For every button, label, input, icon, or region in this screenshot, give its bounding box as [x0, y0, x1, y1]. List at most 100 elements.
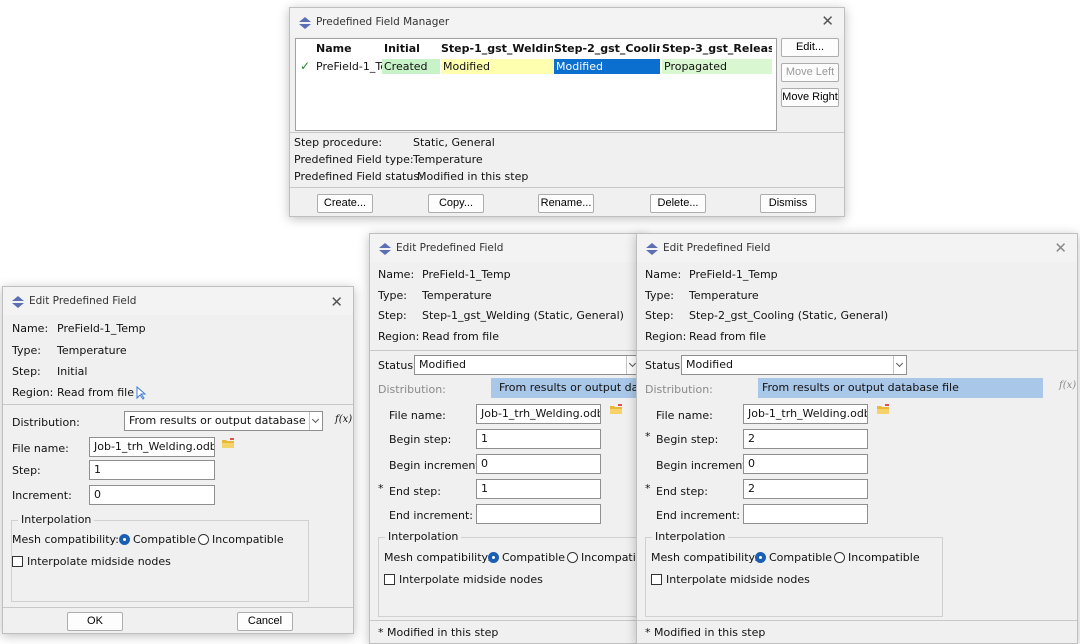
name-label: Name: — [12, 322, 49, 335]
region-label: Region: — [378, 330, 420, 343]
field-status-label: Predefined Field status: — [294, 170, 423, 183]
begin-increment-field[interactable]: 0 — [743, 454, 868, 474]
radio-selected-icon[interactable] — [488, 552, 499, 563]
begin-step-field[interactable]: 1 — [476, 429, 601, 449]
move-right-button[interactable]: Move Right — [781, 88, 839, 107]
interpolate-midside-checkbox[interactable]: Interpolate midside nodes — [384, 573, 543, 586]
step-procedure-label: Step procedure: — [294, 136, 383, 149]
step-field-label: Step: — [12, 464, 41, 477]
file-name-field[interactable]: Job-1_trh_Welding.odb — [743, 404, 868, 424]
region-label: Region: — [645, 330, 687, 343]
dialog-title: Edit Predefined Field — [396, 242, 504, 254]
interpolate-midside-checkbox[interactable]: Interpolate midside nodes — [651, 573, 810, 586]
file-name-field[interactable]: Job-1_trh_Welding.odb — [89, 437, 215, 457]
abaqus-logo-icon — [646, 243, 658, 255]
status-select[interactable]: Modified — [414, 355, 640, 375]
end-increment-label: End increment: — [656, 509, 740, 522]
active-checkmark-icon[interactable]: ✓ — [300, 59, 310, 73]
interpolate-midside-label: Interpolate midside nodes — [27, 555, 171, 568]
title-bar[interactable]: Edit Predefined Field — [370, 234, 644, 262]
separator — [370, 350, 644, 351]
column-header-step1[interactable]: Step-1_gst_Welding — [441, 41, 553, 57]
row-initial-cell[interactable]: Created — [382, 59, 440, 74]
title-bar[interactable]: Edit Predefined Field ✕ — [637, 234, 1077, 262]
checkbox-icon[interactable] — [12, 556, 23, 567]
incompatible-radio[interactable]: Incompatible — [198, 533, 284, 546]
dismiss-button[interactable]: Dismiss — [760, 194, 816, 213]
column-header-step2[interactable]: Step-2_gst_Cooling — [554, 41, 660, 57]
dialog-title: Edit Predefined Field — [663, 242, 771, 254]
fx-icon[interactable]: f(x) — [335, 414, 352, 425]
column-header-name[interactable]: Name — [316, 41, 376, 57]
mesh-compatibility-label: Mesh compatibility: — [384, 551, 491, 564]
row-step3-cell[interactable]: Propagated — [662, 59, 772, 74]
row-step2-cell[interactable]: Modified — [554, 59, 660, 74]
row-step1-cell[interactable]: Modified — [441, 59, 553, 74]
radio-selected-icon[interactable] — [755, 552, 766, 563]
type-value: Temperature — [57, 344, 127, 357]
radio-unselected-icon[interactable] — [567, 552, 578, 563]
begin-increment-field[interactable]: 0 — [476, 454, 601, 474]
checkbox-icon[interactable] — [651, 574, 662, 585]
region-value: Read from file — [422, 330, 499, 343]
end-increment-field[interactable] — [476, 504, 601, 524]
radio-selected-icon[interactable] — [119, 534, 130, 545]
folder-icon[interactable] — [222, 438, 235, 449]
row-name-cell[interactable]: PreField-1_Te — [314, 59, 382, 74]
edit-button[interactable]: Edit... — [781, 38, 839, 57]
delete-button[interactable]: Delete... — [650, 194, 706, 213]
compatible-radio[interactable]: Compatible — [119, 533, 196, 546]
column-header-step3[interactable]: Step-3_gst_Release — [662, 41, 772, 57]
compatible-radio[interactable]: Compatible — [488, 551, 565, 564]
radio-unselected-icon[interactable] — [198, 534, 209, 545]
interpolate-midside-checkbox[interactable]: Interpolate midside nodes — [12, 555, 171, 568]
end-step-field[interactable]: 1 — [476, 479, 601, 499]
separator — [290, 187, 844, 188]
modified-asterisk: * — [645, 430, 651, 443]
step-value: Step-1_gst_Welding (Static, General) — [422, 309, 624, 322]
rename-button[interactable]: Rename... — [538, 194, 594, 213]
title-bar[interactable]: Edit Predefined Field ✕ — [3, 287, 353, 315]
distribution-select[interactable]: From results or output database file — [124, 411, 323, 431]
edit-predefined-field-step2-dialog: Edit Predefined Field ✕ Name: PreField-1… — [636, 233, 1078, 644]
separator — [3, 404, 353, 405]
name-value: PreField-1_Temp — [422, 268, 511, 281]
close-icon[interactable]: ✕ — [1054, 239, 1067, 257]
checkbox-icon[interactable] — [384, 574, 395, 585]
status-value: Modified — [686, 358, 733, 371]
close-icon[interactable]: ✕ — [821, 12, 834, 30]
title-bar[interactable]: Predefined Field Manager ✕ — [290, 8, 844, 36]
folder-icon[interactable] — [610, 404, 623, 415]
folder-icon[interactable] — [877, 404, 890, 415]
distribution-select[interactable]: From results or output database file — [758, 378, 1043, 398]
column-header-initial[interactable]: Initial — [384, 41, 439, 57]
distribution-select[interactable]: From results or output database file — [491, 378, 644, 398]
end-increment-field[interactable] — [743, 504, 868, 524]
cancel-button[interactable]: Cancel — [237, 612, 293, 631]
begin-step-field[interactable]: 2 — [743, 429, 868, 449]
end-step-field[interactable]: 2 — [743, 479, 868, 499]
ok-button[interactable]: OK — [67, 612, 123, 631]
status-select[interactable]: Modified — [681, 355, 907, 375]
step-procedure-value: Static, General — [413, 136, 495, 149]
compatible-radio[interactable]: Compatible — [755, 551, 832, 564]
copy-button[interactable]: Copy... — [428, 194, 484, 213]
step-field[interactable]: 1 — [89, 460, 215, 480]
file-name-field[interactable]: Job-1_trh_Welding.odb — [476, 404, 601, 424]
incompatible-radio[interactable]: Incompatible — [567, 551, 644, 564]
abaqus-logo-icon — [12, 296, 24, 308]
move-left-button[interactable]: Move Left — [781, 63, 839, 82]
chevron-down-icon[interactable] — [893, 356, 906, 374]
step-label: Step: — [378, 309, 407, 322]
create-button[interactable]: Create... — [317, 194, 373, 213]
radio-unselected-icon[interactable] — [834, 552, 845, 563]
increment-field[interactable]: 0 — [89, 485, 215, 505]
predefined-field-table[interactable]: Name Initial Step-1_gst_Welding Step-2_g… — [295, 38, 777, 131]
incompatible-radio[interactable]: Incompatible — [834, 551, 920, 564]
begin-increment-label: Begin increment: — [389, 459, 484, 472]
chevron-down-icon[interactable] — [309, 412, 322, 430]
modified-asterisk: * — [645, 482, 651, 495]
close-icon[interactable]: ✕ — [330, 293, 343, 311]
begin-step-label: Begin step: — [656, 433, 719, 446]
fx-icon[interactable]: f(x) — [1059, 380, 1076, 391]
